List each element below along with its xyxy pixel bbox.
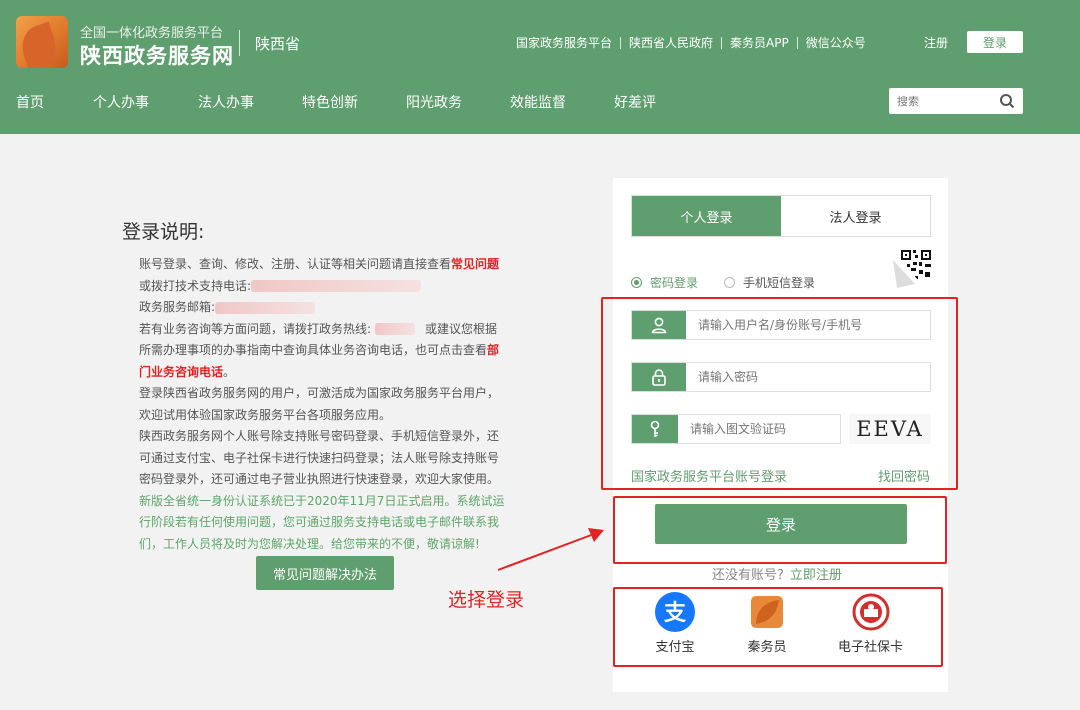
radio-password-label[interactable]: 密码登录 — [650, 274, 698, 291]
nav-supervision[interactable]: 效能监督 — [510, 92, 614, 112]
logo-divider — [239, 30, 240, 56]
tab-corporate-login[interactable]: 法人登录 — [781, 196, 930, 236]
top-links: 国家政务服务平台 陕西省人民政府 秦务员APP 微信公众号 — [508, 34, 874, 51]
nav-innovation[interactable]: 特色创新 — [302, 92, 406, 112]
annotation-box-alt-logins — [613, 587, 943, 667]
no-account-row: 还没有账号? 立即注册 — [712, 564, 842, 583]
header-login-button[interactable]: 登录 — [967, 31, 1023, 53]
link-national-platform[interactable]: 国家政务服务平台 — [508, 34, 620, 51]
info-paragraph: 政务服务邮箱: — [139, 297, 509, 319]
nav-home[interactable]: 首页 — [16, 92, 93, 112]
link-wechat[interactable]: 微信公众号 — [798, 34, 874, 51]
radio-sms[interactable] — [724, 277, 736, 288]
logo-subtitle: 全国一体化政务服务平台 — [80, 26, 224, 41]
annotation-box-login — [613, 496, 947, 564]
faq-link[interactable]: 常见问题 — [451, 257, 499, 271]
logo-title[interactable]: 陕西政务服务网 — [80, 40, 234, 70]
info-text: 账号登录、查询、修改、注册、认证等相关问题请直接查看 — [139, 257, 452, 271]
info-paragraph: 陕西政务服务网个人账号除支持账号密码登录、手机短信登录外，还可通过支付宝、电子社… — [139, 429, 500, 486]
link-app[interactable]: 秦务员APP — [722, 34, 797, 51]
radio-sms-label[interactable]: 手机短信登录 — [743, 274, 815, 291]
nav-personal[interactable]: 个人办事 — [93, 92, 198, 112]
nav-rating[interactable]: 好差评 — [614, 92, 684, 112]
qr-code-icon[interactable] — [885, 248, 933, 296]
info-title: 登录说明: — [122, 221, 205, 243]
annotation-arrow — [497, 528, 604, 571]
login-tabs: 个人登录 法人登录 — [631, 195, 931, 237]
nav-corporate[interactable]: 法人办事 — [198, 92, 302, 112]
nav-open-government[interactable]: 阳光政务 — [406, 92, 510, 112]
redacted-email — [215, 301, 316, 314]
info-paragraph: 登录陕西省政务服务网的用户，可激活成为国家政务服务平台用户，欢迎试用体验国家政务… — [139, 386, 500, 422]
search-input[interactable] — [897, 92, 993, 110]
link-provincial-government[interactable]: 陕西省人民政府 — [621, 34, 721, 51]
info-text: 政务服务邮箱: — [139, 300, 216, 314]
info-paragraph: 若有业务咨询等方面问题，请拨打政务热线: 或建议您根据所需办理事项的办事指南中查询… — [139, 319, 509, 384]
redacted-hotline — [375, 323, 416, 335]
register-link[interactable]: 注册 — [924, 34, 948, 51]
login-instructions: 账号登录、查询、修改、注册、认证等相关问题请直接查看常见问题或拨打技术支持电话:… — [139, 254, 509, 555]
register-now-link[interactable]: 立即注册 — [790, 568, 842, 583]
annotation-box-credentials — [601, 297, 958, 490]
tab-personal-login[interactable]: 个人登录 — [632, 196, 781, 236]
site-header: 全国一体化政务服务平台 陕西政务服务网 陕西省 国家政务服务平台 陕西省人民政府… — [0, 0, 1080, 134]
info-paragraph: 账号登录、查询、修改、注册、认证等相关问题请直接查看常见问题或拨打技术支持电话: — [139, 254, 509, 297]
radio-password[interactable] — [631, 277, 642, 288]
info-text: 。 — [223, 364, 236, 379]
info-text: 若有业务咨询等方面问题，请拨打政务热线: — [139, 321, 372, 336]
info-notice: 新版全省统一身份认证系统已于2020年11月7日正式启用。系统试运行阶段若有任何… — [139, 493, 505, 551]
search-box — [889, 88, 1023, 114]
no-account-text: 还没有账号? — [712, 568, 784, 583]
login-mode-radios: 密码登录 手机短信登录 — [631, 274, 841, 291]
info-text: 或拨打技术支持电话: — [139, 278, 252, 293]
redacted-phone — [251, 280, 422, 292]
annotation-label: 选择登录 — [448, 589, 525, 611]
faq-solutions-button[interactable]: 常见问题解决办法 — [256, 556, 394, 590]
province-label[interactable]: 陕西省 — [255, 33, 300, 54]
main-nav: 首页 个人办事 法人办事 特色创新 阳光政务 效能监督 好差评 — [16, 92, 684, 112]
logo-icon[interactable] — [16, 16, 68, 68]
search-icon[interactable] — [999, 93, 1015, 109]
